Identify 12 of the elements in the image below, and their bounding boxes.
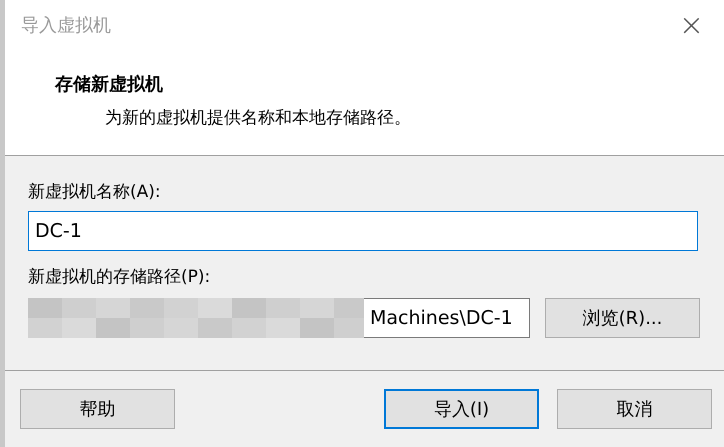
name-label: 新虚拟机名称(A):: [28, 181, 162, 203]
browse-button[interactable]: 浏览(R)...: [545, 298, 700, 338]
path-label: 新虚拟机的存储路径(P):: [28, 266, 212, 288]
header-title: 存储新虚拟机: [55, 73, 164, 96]
window-title: 导入虚拟机: [21, 14, 111, 37]
dialog-button[interactable]: 帮助: [20, 389, 175, 429]
close-button[interactable]: ×: [672, 8, 710, 42]
name-input[interactable]: DC-1: [28, 211, 698, 251]
path-input[interactable]: Machines\DC-1: [364, 298, 530, 338]
header-subtitle: 为新的虚拟机提供名称和本地存储路径。: [105, 107, 412, 129]
dialog-button[interactable]: 导入(I): [384, 389, 539, 429]
dialog-button[interactable]: 取消: [557, 389, 712, 429]
